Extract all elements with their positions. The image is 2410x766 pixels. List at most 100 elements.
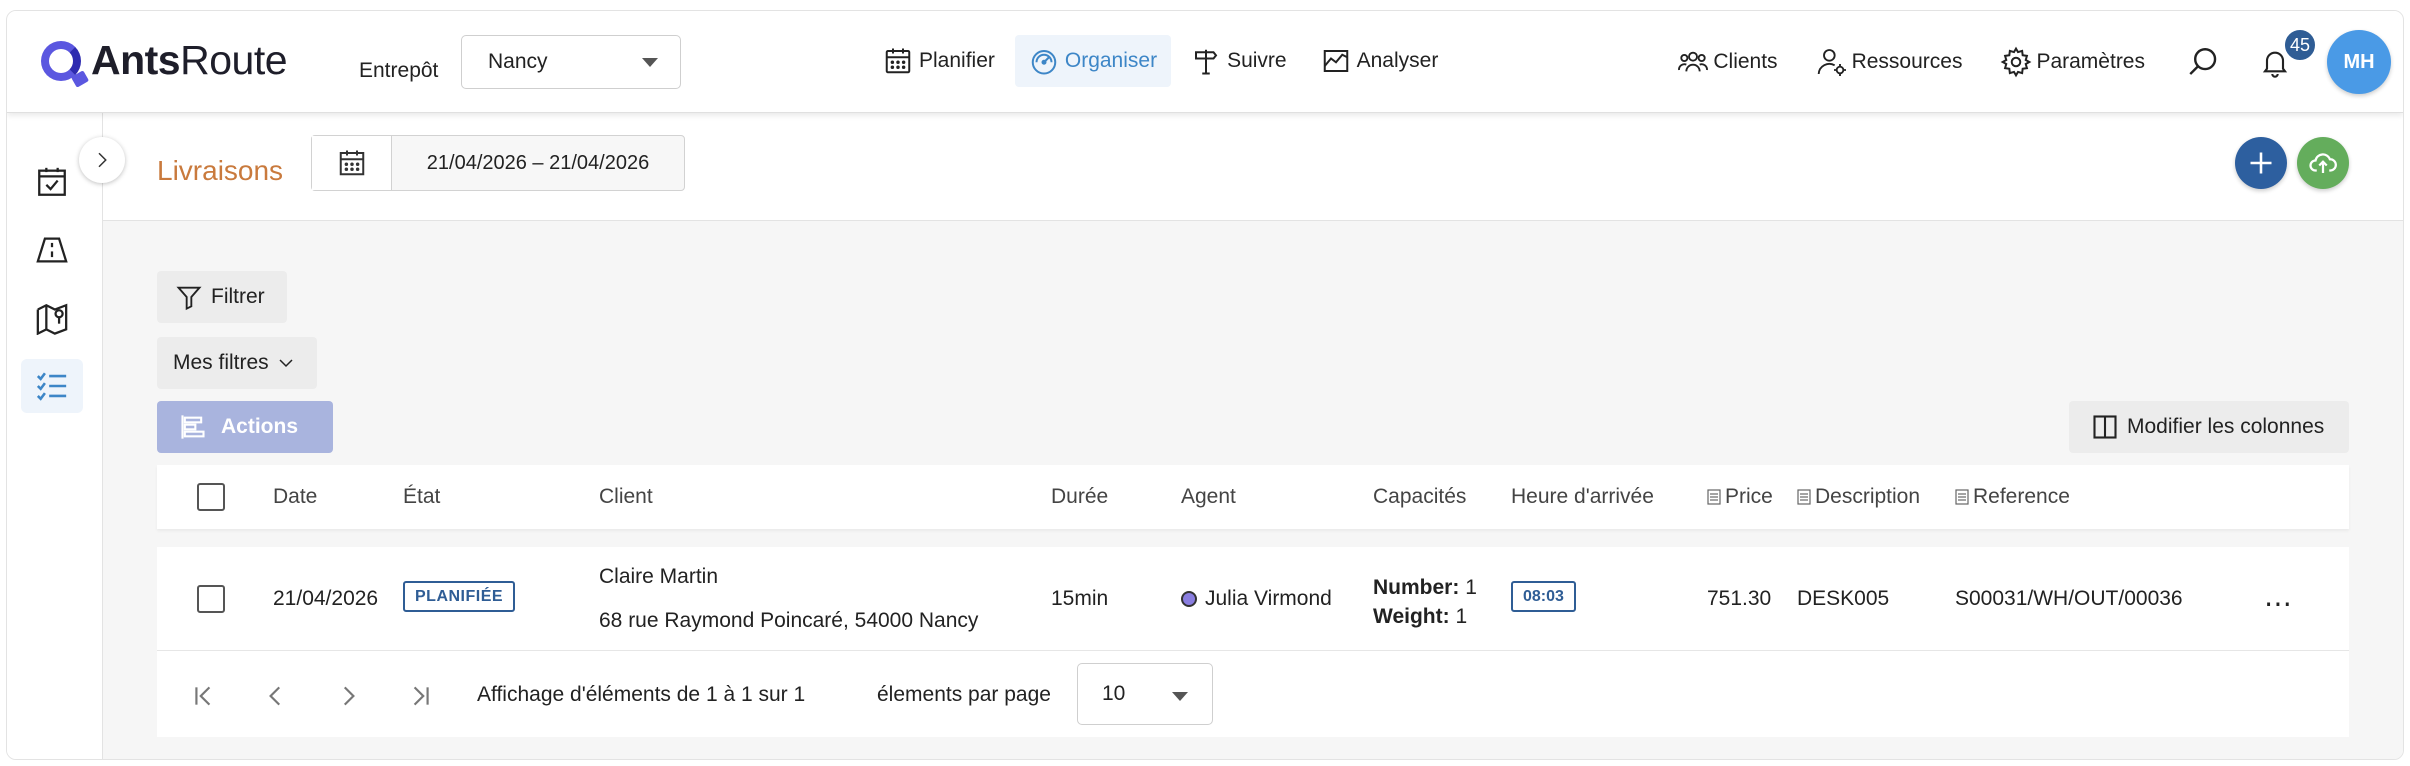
row-reference: S00031/WH/OUT/00036 — [1955, 587, 2183, 610]
col-capacities[interactable]: Capacités — [1373, 485, 1466, 509]
chevron-left-icon — [269, 686, 281, 706]
plus-icon — [2250, 152, 2272, 174]
last-page-button[interactable] — [405, 681, 435, 711]
chevron-down-icon — [1172, 692, 1188, 701]
date-range-value[interactable]: 21/04/2026 – 21/04/2026 — [392, 136, 684, 190]
calendar-icon — [885, 48, 911, 74]
col-agent[interactable]: Agent — [1181, 485, 1236, 509]
chevron-right-icon — [343, 686, 355, 706]
custom-field-icon — [1707, 489, 1721, 505]
sidebar-item-calendar-check[interactable] — [21, 155, 83, 209]
nav-planifier[interactable]: Planifier — [869, 35, 1009, 87]
per-page-label: élements par page — [877, 683, 1051, 706]
per-page-select[interactable]: 10 — [1077, 663, 1213, 725]
col-state[interactable]: État — [403, 485, 440, 509]
signpost-icon — [1195, 49, 1218, 75]
row-date: 21/04/2026 — [273, 587, 379, 610]
row-agent: Julia Virmond — [1181, 587, 1332, 611]
gauge-icon — [1031, 50, 1057, 75]
map-pin-icon — [36, 303, 68, 335]
nav-organiser-label: Organiser — [1064, 49, 1158, 72]
select-all-checkbox[interactable] — [197, 483, 225, 511]
sidebar-expand-button[interactable] — [79, 137, 125, 183]
search-button[interactable] — [2183, 42, 2223, 82]
row-price: 751.30 — [1707, 587, 1772, 610]
col-reference[interactable]: Reference — [1955, 485, 2070, 509]
row-agent-name: Julia Virmond — [1205, 587, 1332, 610]
main-content: Filtrer Mes filtres Actions Modifier les… — [103, 221, 2403, 759]
checklist-icon — [36, 372, 67, 401]
import-button[interactable] — [2297, 137, 2349, 189]
align-icon — [181, 415, 205, 439]
nav-analyser-label: Analyser — [1356, 49, 1439, 72]
page-header: Livraisons 21/04/2026 – 21/04/2026 — [103, 113, 2403, 221]
cap-weight-value: 1 — [1455, 605, 1468, 628]
pagination-summary: Affichage d'éléments de 1 à 1 sur 1 — [477, 683, 806, 706]
sidebar-item-map[interactable] — [21, 291, 83, 345]
user-avatar[interactable]: MH — [2327, 30, 2391, 94]
row-more-icon[interactable]: ⋯ — [2264, 587, 2293, 620]
row-checkbox[interactable] — [197, 585, 225, 613]
sidebar-item-deliveries-list[interactable] — [21, 359, 83, 413]
my-filters-dropdown[interactable]: Mes filtres — [157, 337, 317, 389]
col-duration[interactable]: Durée — [1051, 485, 1108, 509]
nav-ressources[interactable]: Ressources — [1816, 46, 1962, 78]
cap-number-value: 1 — [1465, 576, 1477, 599]
warehouse-select[interactable]: Nancy — [461, 35, 681, 89]
warehouse-label: Entrepôt — [359, 59, 439, 82]
status-badge-label: PLANIFIÉE — [403, 581, 516, 612]
col-price-label: Price — [1725, 485, 1773, 508]
gear-icon — [2001, 46, 2032, 78]
my-filters-label: Mes filtres — [173, 351, 269, 374]
col-description[interactable]: Description — [1797, 485, 1920, 509]
pagination: Affichage d'éléments de 1 à 1 sur 1 élem… — [157, 651, 2349, 737]
arrival-time-badge: 08:03 — [1511, 581, 1576, 612]
notifications-button[interactable]: 45 — [2255, 28, 2317, 82]
col-reference-label: Reference — [1973, 485, 2070, 508]
add-delivery-button[interactable] — [2235, 137, 2287, 189]
right-nav: Clients Ressources Paramètres 45 MH — [1677, 28, 2403, 94]
edit-columns-button[interactable]: Modifier les colonnes — [2069, 401, 2349, 453]
actions-label: Actions — [221, 415, 299, 438]
table-header: Date État Client Durée Agent Capacités H… — [157, 465, 2349, 529]
top-bar: AntsRoute Entrepôt Nancy Planifier Organ… — [7, 11, 2403, 113]
users-icon — [1678, 51, 1709, 72]
prev-page-button[interactable] — [261, 681, 291, 711]
road-icon — [36, 237, 68, 263]
chevron-down-icon — [279, 359, 293, 368]
filter-button[interactable]: Filtrer — [157, 271, 287, 323]
cap-weight-label: Weight: — [1373, 605, 1450, 628]
date-range-picker[interactable]: 21/04/2026 – 21/04/2026 — [311, 135, 685, 191]
row-client-name: Claire Martin — [599, 565, 719, 588]
nav-suivre[interactable]: Suivre — [1177, 35, 1301, 87]
col-date[interactable]: Date — [273, 485, 317, 509]
custom-field-icon — [1797, 489, 1811, 505]
nav-clients[interactable]: Clients — [1677, 46, 1778, 78]
row-capacities: Number: 1 Weight: 1 — [1373, 573, 1477, 631]
columns-icon — [2093, 415, 2117, 439]
nav-analyser[interactable]: Analyser — [1307, 35, 1453, 87]
logo-icon — [41, 40, 81, 81]
nav-organiser[interactable]: Organiser — [1014, 35, 1172, 87]
sidebar-item-road[interactable] — [21, 223, 83, 277]
calendar-icon — [339, 150, 364, 176]
per-page-value: 10 — [1102, 682, 1126, 705]
custom-field-icon — [1955, 489, 1969, 505]
warehouse-value: Nancy — [488, 50, 548, 73]
nav-parametres-label: Paramètres — [2036, 50, 2145, 73]
col-description-label: Description — [1815, 485, 1921, 508]
search-icon — [2189, 48, 2217, 75]
date-picker-button[interactable] — [312, 136, 392, 190]
col-price[interactable]: Price — [1707, 485, 1773, 509]
actions-button[interactable]: Actions — [157, 401, 333, 453]
edit-columns-label: Modifier les colonnes — [2127, 415, 2325, 438]
first-page-button[interactable] — [189, 681, 219, 711]
col-arrival[interactable]: Heure d'arrivée — [1511, 485, 1654, 509]
table-row[interactable]: 21/04/2026 PLANIFIÉE Claire Martin 68 ru… — [157, 547, 2349, 651]
col-client[interactable]: Client — [599, 485, 653, 509]
calendar-check-icon — [38, 167, 66, 196]
chart-icon — [1323, 50, 1348, 72]
next-page-button[interactable] — [333, 681, 363, 711]
nav-parametres[interactable]: Paramètres — [2000, 46, 2145, 78]
antsroute-logo[interactable]: AntsRoute — [41, 37, 288, 84]
